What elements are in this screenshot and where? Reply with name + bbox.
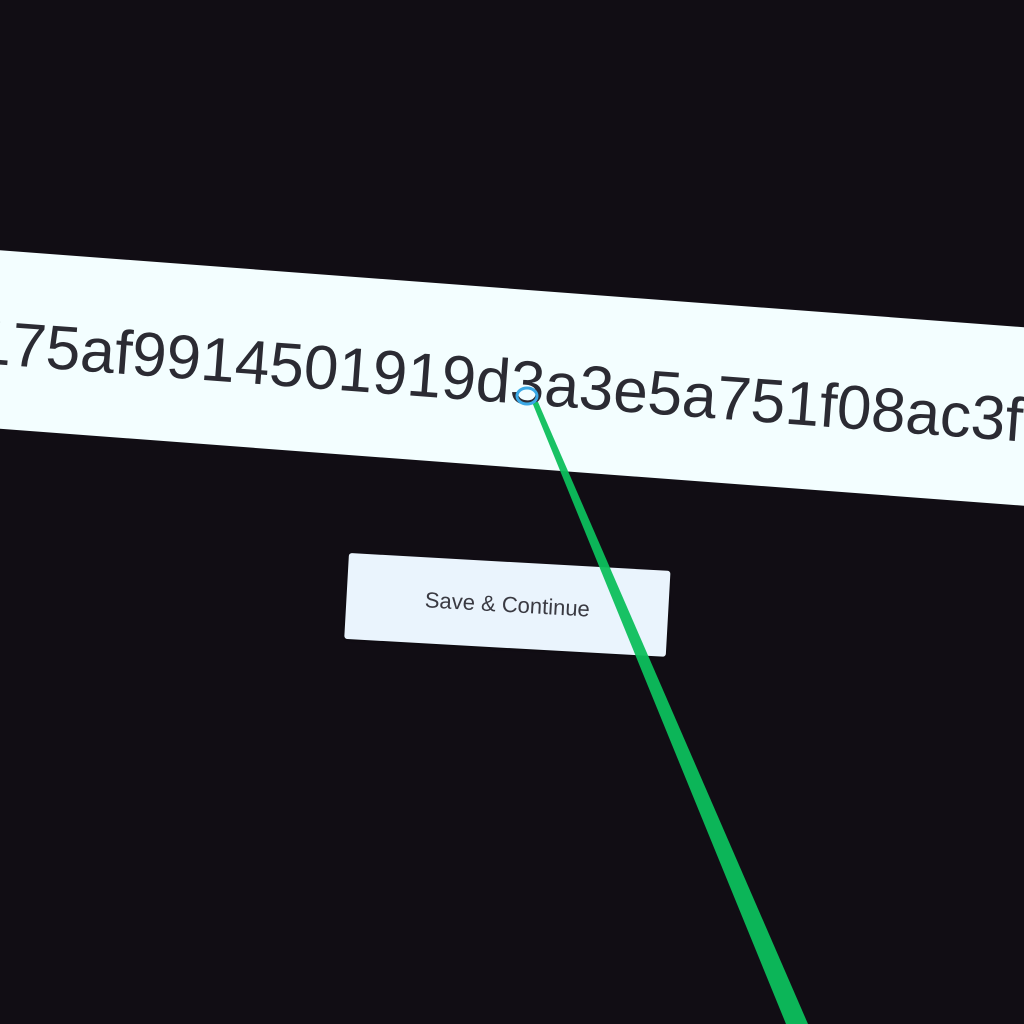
vr-scene: 5175af9914501919d3a3e5a751f08ac3f5 Save … <box>0 0 1024 1024</box>
save-continue-label: Save & Continue <box>424 587 591 622</box>
key-value-text: 5175af9914501919d3a3e5a751f08ac3f5 <box>0 305 1024 458</box>
save-continue-button[interactable]: Save & Continue <box>344 553 671 657</box>
laser-pointer <box>515 386 808 1024</box>
laser-beam <box>532 402 808 1024</box>
key-display-field[interactable]: 5175af9914501919d3a3e5a751f08ac3f5 <box>0 248 1024 510</box>
